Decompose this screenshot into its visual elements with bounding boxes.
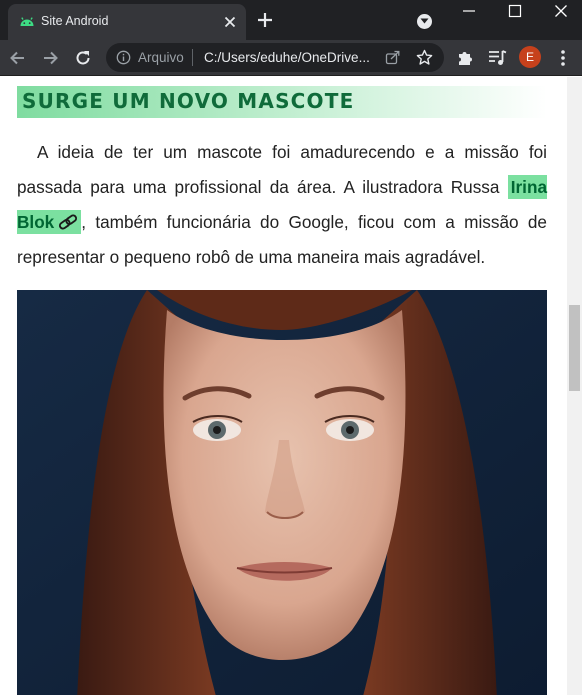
browser-toolbar: Arquivo C:/Users/eduhe/OneDrive... [0,40,582,76]
address-url[interactable]: C:/Users/eduhe/OneDrive... [204,50,370,65]
minimize-icon[interactable] [462,4,476,18]
window-close-icon[interactable] [554,4,568,18]
bookmark-star-icon[interactable] [416,49,433,66]
maximize-icon[interactable] [508,4,522,18]
section-title: SURGE UM NOVO MASCOTE [22,89,355,113]
extensions-puzzle-icon[interactable] [456,49,474,67]
chevron-down-icon [420,18,429,24]
close-tab-icon[interactable] [222,14,238,30]
more-menu-icon[interactable] [556,49,570,67]
article-paragraph: A ideia de ter um mascote foi amadurecen… [17,135,547,275]
android-icon [20,17,34,26]
share-icon[interactable] [385,50,400,65]
paragraph-text-after: , também funcionária do Google, ficou co… [17,212,547,267]
tab-site-android[interactable]: Site Android [8,4,246,40]
media-control-icon[interactable] [488,49,507,67]
tab-strip: Site Android [0,0,582,40]
tab-search-button[interactable] [417,14,432,29]
page-viewport: SURGE UM NOVO MASCOTE A ideia de ter um … [0,77,567,695]
portrait-photo [17,290,547,695]
forward-arrow-icon[interactable] [40,48,60,68]
paragraph-text-before: A ideia de ter um mascote foi amadurecen… [17,142,547,197]
avatar[interactable]: E [519,46,541,68]
address-divider [192,49,193,66]
reload-icon[interactable] [73,48,93,68]
new-tab-plus-icon[interactable] [256,11,274,29]
back-arrow-icon[interactable] [8,48,28,68]
address-scheme-label: Arquivo [138,50,184,65]
tab-title: Site Android [41,14,109,28]
vertical-scrollbar[interactable] [567,77,582,695]
address-bar[interactable]: Arquivo C:/Users/eduhe/OneDrive... [106,43,444,72]
scrollbar-thumb[interactable] [569,305,580,391]
info-icon[interactable] [116,50,131,65]
link-chain-icon [59,214,78,230]
section-title-banner: SURGE UM NOVO MASCOTE [17,86,547,118]
irina-blok-portrait [17,290,547,695]
